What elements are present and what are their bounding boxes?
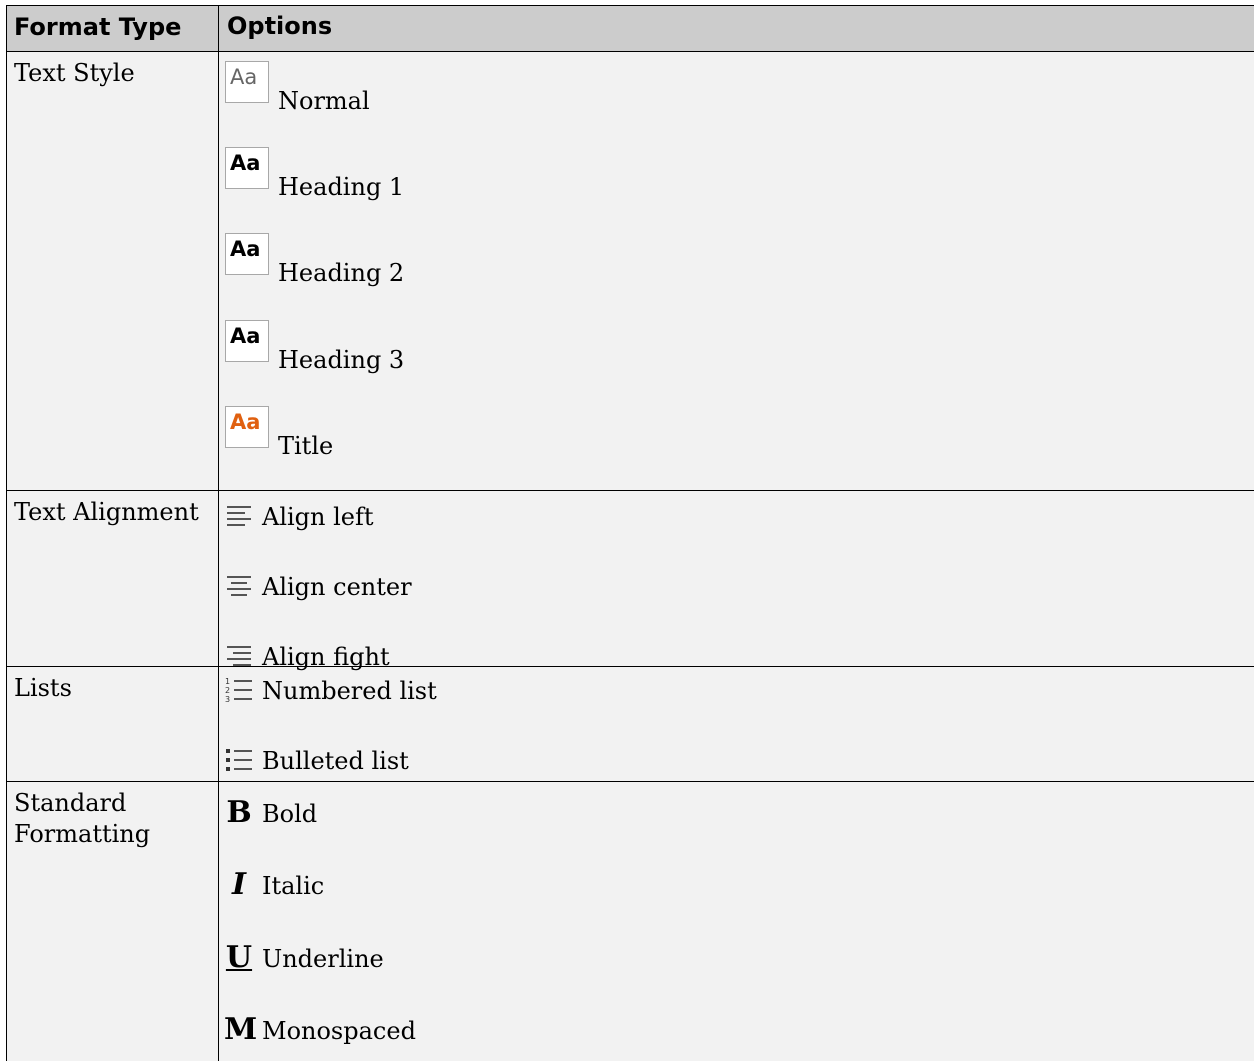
option-label: Title — [278, 432, 334, 460]
format-table-page: Format Type Options Text Style Aa Normal… — [0, 0, 1254, 1061]
options-text-style: Aa Normal Aa Heading 1 Aa Heading 2 Aa H… — [219, 52, 1254, 490]
option-label: Normal — [278, 87, 370, 115]
align-left-icon — [224, 501, 254, 531]
table-row-lists: Lists 1 2 3 Numbered list Bulleted list — [7, 667, 1254, 782]
option-italic: I Italic — [224, 867, 325, 902]
option-align-center: Align center — [224, 571, 412, 601]
option-label: Monospaced — [262, 1017, 416, 1045]
table-row-standard-formatting: Standard Formatting B Bold I Italic U Un… — [7, 782, 1254, 1061]
options-standard-formatting: B Bold I Italic U Underline M Monospaced — [219, 782, 1254, 1061]
option-label: Bold — [262, 800, 318, 828]
italic-icon: I — [231, 867, 247, 902]
option-label: Italic — [262, 872, 325, 900]
header-options: Options — [227, 12, 333, 40]
format-table: Format Type Options Text Style Aa Normal… — [6, 5, 1254, 1061]
option-bulleted-list: Bulleted list — [224, 745, 409, 775]
text-style-heading3-icon: Aa — [225, 320, 269, 362]
option-label: Heading 3 — [278, 346, 405, 374]
underline-icon: U — [225, 940, 253, 975]
format-type-lists: Lists — [7, 667, 219, 781]
option-label: Heading 2 — [278, 259, 405, 287]
option-title: Aa Title — [225, 406, 333, 460]
option-normal: Aa Normal — [225, 61, 370, 115]
table-row-text-style: Text Style Aa Normal Aa Heading 1 Aa Hea… — [7, 52, 1254, 491]
bulleted-list-icon — [224, 745, 254, 775]
align-center-icon — [224, 571, 254, 601]
options-lists: 1 2 3 Numbered list Bulleted list — [219, 667, 1254, 781]
option-label: Underline — [262, 945, 384, 973]
options-text-alignment: Align left Align center Align fight — [219, 491, 1254, 671]
format-type-standard-formatting: Standard Formatting — [7, 782, 219, 1061]
text-style-title-icon: Aa — [225, 406, 269, 448]
option-label: Bulleted list — [262, 747, 409, 775]
option-heading-3: Aa Heading 3 — [225, 320, 404, 374]
option-monospaced: M Monospaced — [224, 1012, 416, 1047]
text-style-heading2-icon: Aa — [225, 233, 269, 275]
numbered-list-icon: 1 2 3 — [224, 675, 254, 705]
svg-text:2: 2 — [225, 686, 230, 695]
option-heading-1: Aa Heading 1 — [225, 147, 404, 201]
option-underline: U Underline — [224, 940, 384, 975]
format-type-line: Formatting — [14, 820, 151, 848]
svg-text:3: 3 — [225, 695, 230, 704]
table-row-text-alignment: Text Alignment Align left Align center A… — [7, 491, 1254, 671]
option-label: Heading 1 — [278, 173, 405, 201]
option-numbered-list: 1 2 3 Numbered list — [224, 675, 437, 705]
option-bold: B Bold — [224, 795, 318, 830]
format-type-line: Standard — [14, 789, 127, 817]
option-label: Align left — [262, 503, 374, 531]
text-style-normal-icon: Aa — [225, 61, 269, 103]
svg-text:1: 1 — [225, 677, 230, 686]
option-label: Align center — [262, 573, 412, 601]
option-heading-2: Aa Heading 2 — [225, 233, 404, 287]
format-type-text-style: Text Style — [7, 52, 219, 490]
table-header-row: Format Type Options — [7, 6, 1254, 52]
bold-icon: B — [226, 795, 252, 830]
text-style-heading1-icon: Aa — [225, 147, 269, 189]
header-format-type: Format Type — [7, 6, 219, 51]
option-align-left: Align left — [224, 501, 374, 531]
monospaced-icon: M — [224, 1012, 258, 1047]
option-label: Numbered list — [262, 677, 437, 705]
format-type-text-alignment: Text Alignment — [7, 491, 219, 666]
